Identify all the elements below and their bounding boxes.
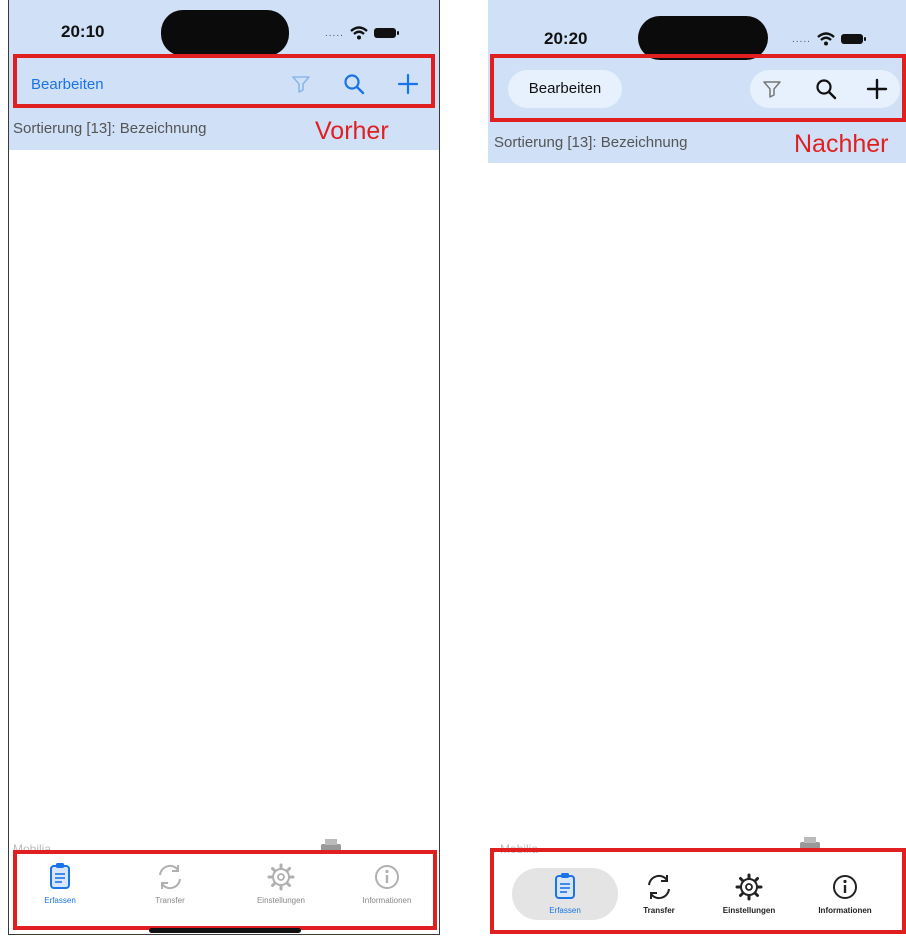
edit-button[interactable]: Bearbeiten	[31, 76, 104, 93]
search-icon[interactable]	[343, 73, 365, 95]
status-time: 20:20	[544, 29, 588, 48]
add-icon[interactable]	[866, 78, 888, 100]
status-time: 20:10	[61, 22, 105, 41]
tab-informationen[interactable]: Informationen	[349, 862, 425, 912]
filter-icon[interactable]	[762, 79, 782, 99]
sync-icon	[648, 874, 670, 900]
tab-label: Einstellungen	[256, 896, 306, 905]
tab-informationen[interactable]: Informationen	[804, 870, 886, 920]
dynamic-island	[161, 10, 289, 56]
tab-label: Informationen	[362, 896, 412, 905]
gear-icon	[267, 863, 295, 891]
wifi-icon	[350, 26, 368, 40]
phone-before: 20:10 ..... Bearbeiten Sortierung [13]: …	[8, 0, 440, 935]
info-icon	[375, 865, 399, 889]
sort-label: Sortierung [13]: Bezeichnung	[13, 120, 207, 137]
info-icon	[833, 875, 857, 899]
status-icons: .....	[792, 32, 866, 46]
tab-label: Erfassen	[44, 896, 76, 905]
tab-label: Informationen	[818, 906, 872, 915]
signal-dots: .....	[792, 33, 811, 45]
sync-icon	[159, 864, 181, 890]
wifi-icon	[817, 32, 835, 46]
tab-erfassen[interactable]: Erfassen	[534, 870, 596, 920]
tab-label: Transfer	[643, 906, 675, 915]
tab-label: Erfassen	[549, 906, 581, 915]
battery-icon	[373, 28, 399, 38]
sort-label: Sortierung [13]: Bezeichnung	[494, 134, 688, 151]
tab-label: Einstellungen	[722, 906, 776, 915]
tab-transfer[interactable]: Transfer	[628, 870, 690, 920]
tab-erfassen[interactable]: Erfassen	[29, 862, 91, 912]
annotation-before: Vorher	[315, 117, 389, 145]
clipboard-icon	[50, 863, 70, 889]
phone-after: 20:20 ..... Bearbeiten Sortierung [13]: …	[488, 0, 906, 935]
tab-label: Transfer	[155, 896, 185, 905]
annotation-after: Nachher	[794, 130, 889, 158]
battery-icon	[840, 34, 866, 44]
tab-transfer[interactable]: Transfer	[139, 862, 201, 912]
clipboard-icon	[555, 873, 575, 899]
add-icon[interactable]	[397, 73, 419, 95]
signal-dots: .....	[325, 27, 344, 39]
home-indicator	[149, 928, 301, 933]
gear-icon	[735, 873, 763, 901]
edit-button[interactable]: Bearbeiten	[508, 70, 622, 108]
status-icons: .....	[325, 26, 399, 40]
filter-icon[interactable]	[291, 74, 311, 94]
search-icon[interactable]	[815, 78, 837, 100]
tab-einstellungen[interactable]: Einstellungen	[710, 870, 788, 920]
tab-einstellungen[interactable]: Einstellungen	[243, 862, 319, 912]
